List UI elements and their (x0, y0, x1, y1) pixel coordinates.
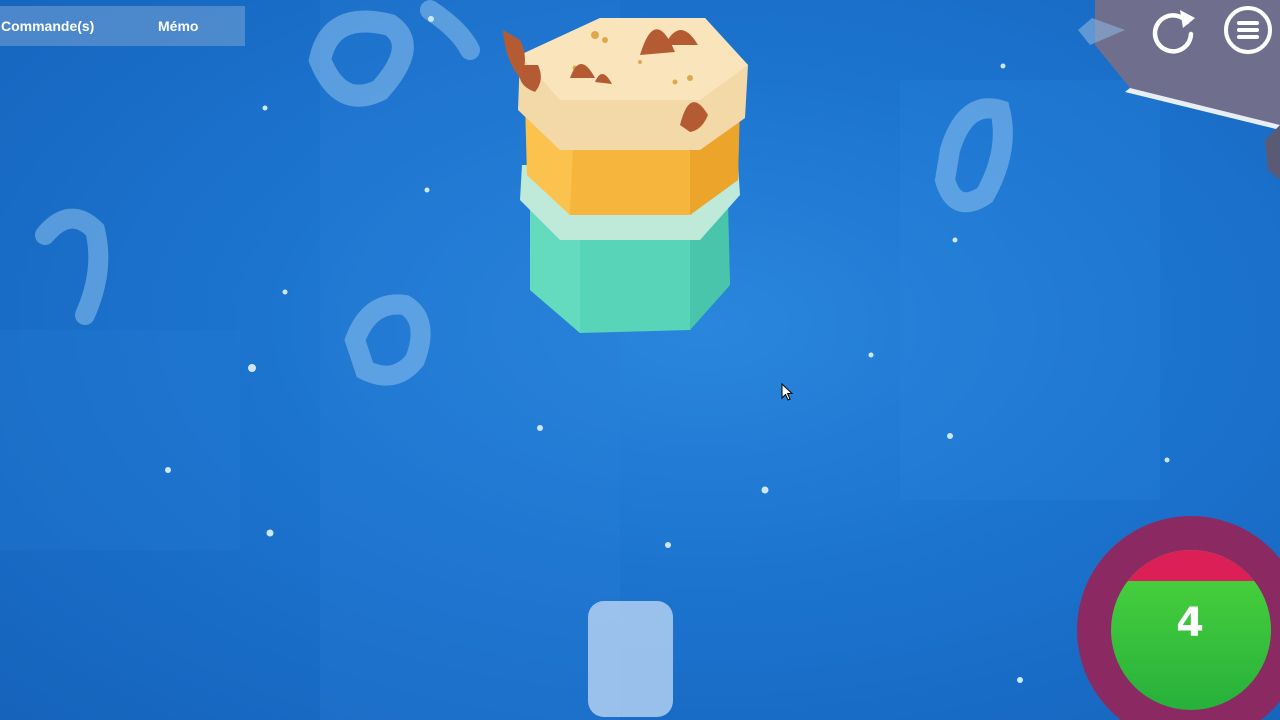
game-scene[interactable]: Commande(s) Mémo 4 (0, 0, 1280, 720)
hamburger-menu-icon (1224, 6, 1272, 54)
tab-memo[interactable]: Mémo (158, 18, 198, 34)
drop-slot[interactable] (588, 601, 673, 717)
tab-commands[interactable]: Commande(s) (1, 18, 94, 34)
restart-button[interactable] (1147, 4, 1199, 56)
menu-button[interactable] (1222, 4, 1274, 56)
mouse-cursor-icon (781, 383, 794, 401)
score-value: 4 (1176, 600, 1204, 646)
tab-bar: Commande(s) Mémo (0, 6, 245, 46)
restart-icon (1152, 10, 1195, 54)
